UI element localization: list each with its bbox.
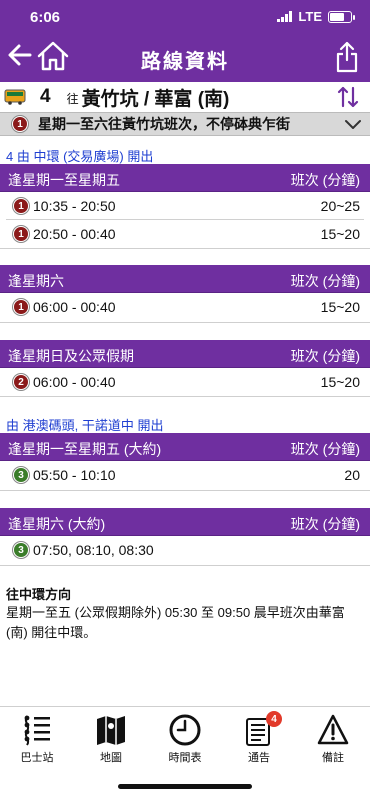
- frequency-value: 20~25: [320, 198, 360, 214]
- warning-icon: [317, 714, 349, 745]
- divider: [0, 490, 370, 491]
- bus-stop-list-icon: [24, 715, 50, 746]
- route-number: 4: [40, 86, 51, 107]
- home-indicator: [0, 768, 370, 800]
- table-row: 1 10:35 - 20:50 20~25: [0, 192, 370, 220]
- tab-bar: 巴士站 地圖 時間表 4 通告 備註: [0, 706, 370, 768]
- chevron-down-icon[interactable]: [344, 117, 362, 131]
- route-header: 4 往 黃竹坑 / 華富 (南): [0, 82, 370, 112]
- time-range: 05:50 - 10:10: [33, 467, 116, 483]
- frequency-value: 15~20: [320, 299, 360, 315]
- status-bar: 6:06 LTE: [0, 0, 370, 32]
- route-variant-selector[interactable]: 1 星期一至六往黃竹坑班次，不停砵典乍街: [0, 112, 370, 136]
- time-list: 07:50, 08:10, 08:30: [33, 542, 154, 558]
- day-type-label: 逢星期日及公眾假期: [8, 348, 134, 364]
- frequency-value: 15~20: [320, 226, 360, 242]
- table-row: 2 06:00 - 00:40 15~20: [0, 368, 370, 396]
- timetable-header: 逢星期日及公眾假期 班次 (分鐘): [0, 340, 370, 368]
- divider: [0, 396, 370, 397]
- tab-timetable[interactable]: 時間表: [148, 707, 222, 769]
- tab-label: 通告: [248, 752, 270, 764]
- variant-badge: 3: [13, 467, 29, 483]
- day-type-label: 逢星期一至星期五 (大約): [8, 441, 162, 457]
- route-destination: 黃竹坑 / 華富 (南): [81, 88, 230, 110]
- time-range: 06:00 - 00:40: [33, 299, 116, 315]
- route-to-label: 往: [66, 92, 79, 106]
- table-row: 3 05:50 - 10:10 20: [0, 461, 370, 489]
- timetable-header: 逢星期一至星期五 (大約) 班次 (分鐘): [0, 433, 370, 461]
- nav-bar: 路線資料: [0, 32, 370, 82]
- frequency-header: 班次 (分鐘): [290, 172, 360, 188]
- status-time: 6:06: [30, 9, 61, 26]
- variant-badge: 2: [13, 374, 29, 390]
- note-body: 星期一至五 (公眾假期除外) 05:30 至 09:50 晨早班次由華富 (南)…: [6, 605, 345, 640]
- table-row: 1 06:00 - 00:40 15~20: [0, 293, 370, 321]
- table-row: 3 07:50, 08:10, 08:30: [0, 536, 370, 564]
- frequency-value: 15~20: [320, 374, 360, 390]
- timetable-header: 逢星期六 (大約) 班次 (分鐘): [0, 508, 370, 536]
- variant-badge: 1: [13, 198, 29, 214]
- variant-badge: 1: [13, 226, 29, 242]
- frequency-header: 班次 (分鐘): [290, 273, 360, 289]
- frequency-value: 20: [344, 467, 360, 483]
- page-title: 路線資料: [141, 51, 229, 73]
- variant-badge: 1: [12, 116, 28, 132]
- tab-remarks[interactable]: 備註: [296, 707, 370, 769]
- day-type-label: 逢星期六: [8, 273, 64, 289]
- day-type-label: 逢星期六 (大約): [8, 516, 106, 532]
- map-icon: [97, 716, 125, 745]
- clock-icon: [169, 714, 201, 746]
- bus-icon: [4, 89, 26, 105]
- divider: [0, 248, 370, 249]
- tab-map[interactable]: 地圖: [74, 707, 148, 769]
- time-range: 20:50 - 00:40: [33, 226, 116, 242]
- frequency-header: 班次 (分鐘): [290, 516, 360, 532]
- frequency-header: 班次 (分鐘): [290, 348, 360, 364]
- tab-notices[interactable]: 4 通告: [222, 707, 296, 769]
- departure-section-label: 由 港澳碼頭, 干諾道中 開出: [6, 418, 164, 433]
- tab-label: 備註: [322, 752, 344, 764]
- status-indicators: LTE: [277, 9, 355, 24]
- variant-badge: 3: [13, 542, 29, 558]
- timetable-header: 逢星期一至星期五 班次 (分鐘): [0, 164, 370, 192]
- variant-text: 星期一至六往黃竹坑班次，不停砵典乍街: [38, 116, 290, 132]
- tab-bus-stops[interactable]: 巴士站: [0, 707, 74, 769]
- network-type: LTE: [298, 9, 322, 24]
- frequency-header: 班次 (分鐘): [290, 441, 360, 457]
- signal-icon: [277, 11, 293, 22]
- divider: [0, 322, 370, 323]
- notification-badge: 4: [266, 711, 282, 727]
- note-title: 往中環方向: [6, 587, 72, 602]
- day-type-label: 逢星期一至星期五: [8, 172, 120, 188]
- share-icon[interactable]: [334, 40, 360, 74]
- departure-section-label: 4 由 中環 (交易廣場) 開出: [6, 149, 154, 164]
- divider: [0, 565, 370, 566]
- table-row: 1 20:50 - 00:40 15~20: [0, 220, 370, 248]
- swap-direction-icon[interactable]: [336, 86, 360, 108]
- variant-badge: 1: [13, 299, 29, 315]
- time-range: 06:00 - 00:40: [33, 374, 116, 390]
- tab-label: 地圖: [100, 752, 122, 764]
- tab-label: 巴士站: [20, 752, 54, 764]
- timetable-header: 逢星期六 班次 (分鐘): [0, 265, 370, 293]
- time-range: 10:35 - 20:50: [33, 198, 116, 214]
- battery-icon: [328, 10, 355, 23]
